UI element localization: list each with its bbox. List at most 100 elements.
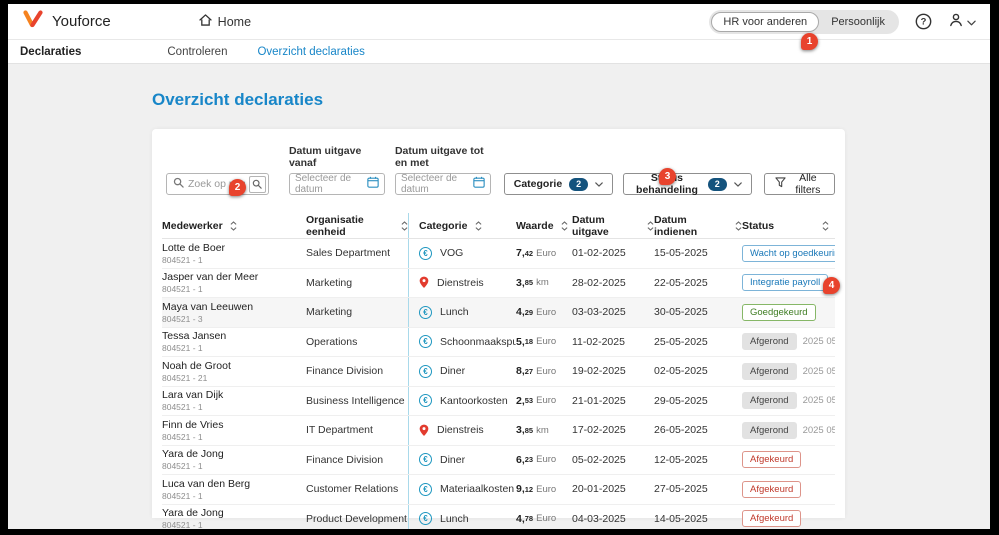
context-toggle: HR voor anderen Persoonlijk — [709, 10, 899, 34]
column-header-categorie[interactable]: Categorie — [408, 213, 516, 238]
waarde-cell: 6,23 Euro — [516, 446, 572, 475]
value-integer: 6, — [516, 454, 525, 466]
category-label: Diner — [440, 365, 465, 377]
status-badge: Afgekeurd — [742, 451, 801, 468]
nav-section-declaraties: Declaraties — [20, 46, 81, 58]
sort-icon[interactable] — [561, 221, 568, 231]
help-button[interactable]: ? — [915, 13, 932, 30]
table-row[interactable]: Lotte de Boer 804521 - 1 Sales Departmen… — [162, 239, 835, 269]
sort-icon[interactable] — [230, 221, 237, 231]
category-cell: Diner — [408, 446, 516, 475]
sort-icon[interactable] — [647, 221, 654, 231]
status-period: 2025 05 — [803, 366, 835, 377]
sort-icon[interactable] — [822, 221, 829, 231]
column-header-datum-uitgave[interactable]: Datum uitgave — [572, 213, 654, 238]
category-euro-icon — [419, 512, 432, 525]
status-badge: Afgekeurd — [742, 481, 801, 498]
table-row[interactable]: Yara de Jong 804521 - 1 Finance Division… — [162, 446, 835, 476]
topbar: Youforce Home HR voor anderen Persoonlij… — [8, 4, 990, 40]
status-badge: Integratie payroll — [742, 274, 828, 291]
declarations-card: Datum uitgave vanaf Selecteer de datum — [152, 129, 845, 518]
employee-id: 804521 - 1 — [162, 491, 203, 501]
value-unit: Euro — [536, 484, 556, 495]
column-header-datum-indienen[interactable]: Datum indienen — [654, 213, 742, 238]
category-euro-icon — [419, 483, 432, 496]
search-submit-button[interactable] — [249, 176, 266, 193]
org-cell: Business Intelligence — [306, 387, 408, 416]
employee-id: 804521 - 1 — [162, 432, 203, 442]
tab-controleren[interactable]: Controleren — [167, 46, 227, 58]
status-filter-dropdown[interactable]: Status behandeling 2 — [623, 173, 752, 195]
datum-uitgave-cell: 20-01-2025 — [572, 475, 654, 504]
table-row[interactable]: Luca van den Berg 804521 - 1 Customer Re… — [162, 475, 835, 505]
all-filters-button[interactable]: Alle filters — [764, 173, 835, 195]
topbar-home-link[interactable]: Home — [199, 14, 251, 29]
status-badge: Afgerond — [742, 363, 797, 380]
table-row[interactable]: Yara de Jong 804521 - 1 Product Developm… — [162, 505, 835, 530]
calendar-icon — [473, 175, 485, 193]
annotation-marker-3: 3 — [659, 168, 676, 185]
value-integer: 9, — [516, 483, 525, 495]
page-title: Overzicht declaraties — [152, 90, 990, 110]
table-row[interactable]: Lara van Dijk 804521 - 1 Business Intell… — [162, 387, 835, 417]
category-label: Lunch — [440, 513, 469, 525]
category-label: VOG — [440, 247, 463, 259]
org-cell: Customer Relations — [306, 475, 408, 504]
datum-indienen-cell: 30-05-2025 — [654, 298, 742, 327]
employee-name: Yara de Jong — [162, 507, 224, 519]
status-cell: Integratie payroll — [742, 269, 835, 298]
datum-indienen-cell: 22-05-2025 — [654, 269, 742, 298]
datum-indienen-cell: 29-05-2025 — [654, 387, 742, 416]
status-cell: Afgerond 2025 05 — [742, 416, 835, 445]
column-header-organisatie-eenheid[interactable]: Organisatie eenheid — [306, 213, 408, 238]
org-cell: Finance Division — [306, 446, 408, 475]
waarde-cell: 2,53 Euro — [516, 387, 572, 416]
status-cell: Afgerond 2025 05 — [742, 328, 835, 357]
employee-id: 804521 - 1 — [162, 284, 203, 294]
status-badge: Goedgekeurd — [742, 304, 816, 321]
column-header-status[interactable]: Status — [742, 213, 835, 238]
employee-name: Yara de Jong — [162, 448, 224, 460]
status-cell: Goedgekeurd — [742, 298, 835, 327]
org-cell: Operations — [306, 328, 408, 357]
status-cell: Afgerond 2025 05 — [742, 357, 835, 386]
category-label: Materiaalkosten — [440, 483, 514, 495]
value-integer: 3, — [516, 277, 525, 289]
employee-id: 804521 - 1 — [162, 520, 203, 529]
table-row[interactable]: Noah de Groot 804521 - 21 Finance Divisi… — [162, 357, 835, 387]
date-to-placeholder: Selecteer de datum — [401, 173, 473, 195]
account-button[interactable] — [948, 12, 976, 31]
chevron-down-icon — [595, 178, 603, 190]
category-filter-dropdown[interactable]: Categorie 2 — [504, 173, 613, 195]
topbar-right: HR voor anderen Persoonlijk ? — [709, 10, 976, 34]
employee-name: Maya van Leeuwen — [162, 301, 253, 313]
value-decimals: 85 — [525, 427, 533, 435]
toggle-persoonlijk[interactable]: Persoonlijk — [819, 12, 897, 32]
tab-overzicht-declaraties[interactable]: Overzicht declaraties — [257, 46, 364, 58]
column-label: Medewerker — [162, 220, 223, 232]
column-header-waarde[interactable]: Waarde — [516, 213, 572, 238]
date-to-input[interactable]: Selecteer de datum — [395, 173, 491, 195]
employee-cell: Yara de Jong 804521 - 1 — [162, 505, 306, 530]
category-label: Kantoorkosten — [440, 395, 508, 407]
waarde-cell: 4,29 Euro — [516, 298, 572, 327]
sort-icon[interactable] — [401, 221, 408, 231]
org-cell: Finance Division — [306, 357, 408, 386]
table-row[interactable]: Jasper van der Meer 804521 - 1 Marketing… — [162, 269, 835, 299]
all-filters-label: Alle filters — [792, 172, 824, 196]
table-row[interactable]: Tessa Jansen 804521 - 1 Operations Schoo… — [162, 328, 835, 358]
table-header-row: Medewerker Organisatie eenheid Categorie… — [162, 213, 835, 239]
value-decimals: 23 — [525, 456, 533, 464]
employee-cell: Finn de Vries 804521 - 1 — [162, 416, 306, 445]
category-euro-icon — [419, 394, 432, 407]
employee-cell: Luca van den Berg 804521 - 1 — [162, 475, 306, 504]
date-from-input[interactable]: Selecteer de datum — [289, 173, 385, 195]
status-badge: Afgekeurd — [742, 510, 801, 527]
sort-icon[interactable] — [735, 221, 742, 231]
employee-name: Luca van den Berg — [162, 478, 250, 490]
sort-icon[interactable] — [475, 221, 482, 231]
toggle-hr-voor-anderen[interactable]: HR voor anderen — [711, 12, 819, 32]
table-row[interactable]: Maya van Leeuwen 804521 - 3 Marketing Lu… — [162, 298, 835, 328]
column-header-medewerker[interactable]: Medewerker — [162, 213, 306, 238]
table-row[interactable]: Finn de Vries 804521 - 1 IT Department D… — [162, 416, 835, 446]
